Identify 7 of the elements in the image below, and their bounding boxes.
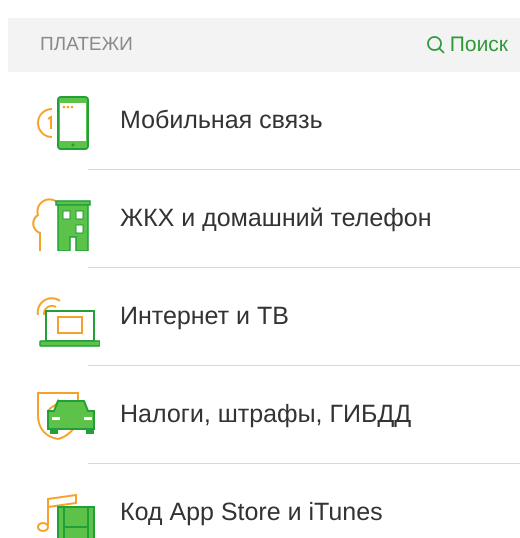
section-title: ПЛАТЕЖИ	[40, 32, 133, 57]
payment-category[interactable]: Мобильная связь	[120, 102, 323, 140]
payment-category[interactable]: Код App Store и iTunes	[120, 494, 383, 532]
search-icon	[426, 35, 446, 55]
payment-category[interactable]: Налоги, штрафы, ГИБДД	[120, 396, 412, 434]
payment-category[interactable]: ЖКХ и домашний телефон	[120, 200, 432, 238]
payment-category[interactable]: Интернет и ТВ	[120, 298, 289, 336]
